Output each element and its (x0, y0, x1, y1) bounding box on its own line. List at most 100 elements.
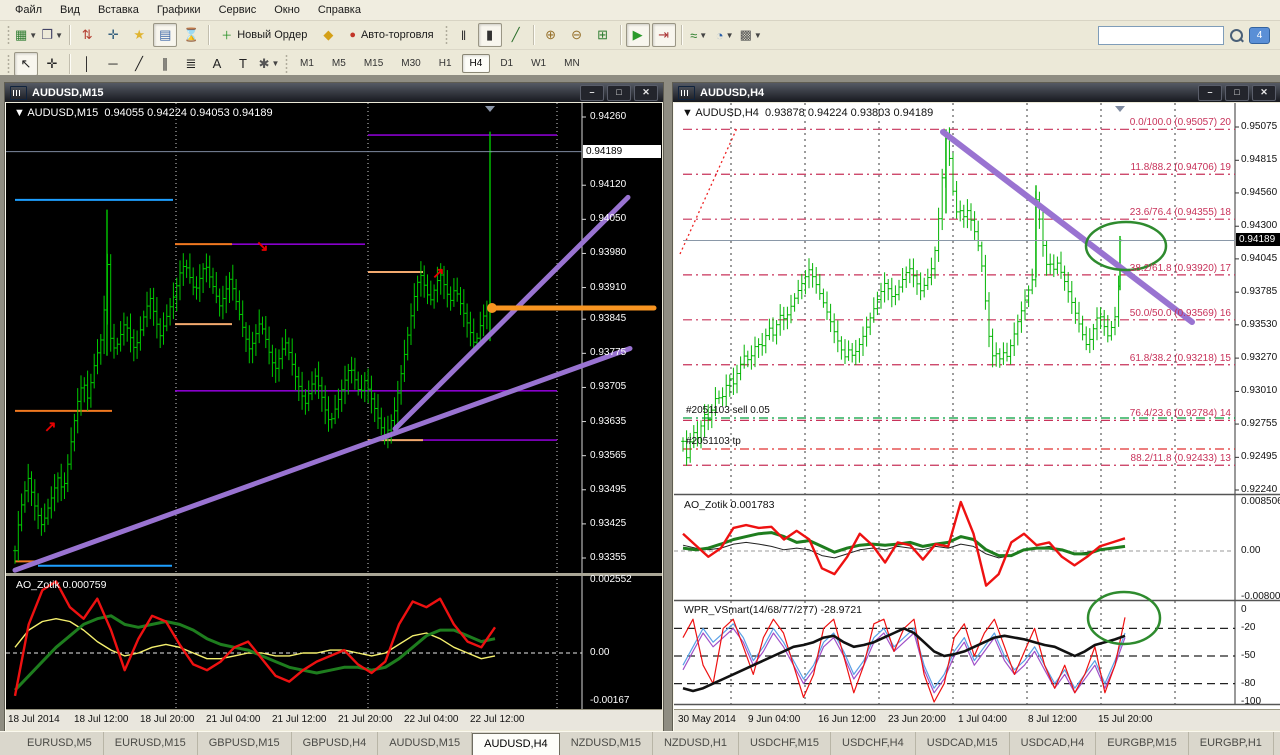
tab-USDCAD-H4[interactable]: USDCAD,H4 (1010, 732, 1097, 755)
market-watch-button[interactable]: ⇅ (75, 23, 99, 47)
toolbar-drawing: ↖ ✛ │ ─ ╱ ∥ ≣ A T ✱ ▼ M1 M5 M15 M30 H1 H4 D1 W1 MN (0, 50, 1280, 78)
tab-EURGBP-M15[interactable]: EURGBP,M15 (1096, 732, 1189, 755)
menu-Графики[interactable]: Графики (148, 1, 210, 19)
periods-button[interactable]: ◔ ▼ (713, 23, 737, 47)
bar-chart-mode-button[interactable]: ‖ (452, 23, 476, 47)
tab-USDCHF-H4[interactable]: USDCHF,H4 (831, 732, 916, 755)
fibonacci-tool-button[interactable]: ≣ (179, 52, 203, 76)
arrows-tool-button[interactable]: ✱ ▼ (257, 52, 281, 76)
terminal-button[interactable]: ▤ (153, 23, 178, 47)
window-title: AUDUSD,H4 (700, 86, 765, 99)
toolbar-standard: ▦ ▼ ❐ ▼ ⇅ ✛ ★ ▤ ⌛ ＋ Новый Ордер ◆ ● Авто-торговля ‖ ▮ ╱ ⊕… (0, 21, 1280, 50)
close-button[interactable]: ✕ (1252, 84, 1276, 101)
data-window-button[interactable]: ✛ (101, 23, 125, 47)
timeframe-M1[interactable]: M1 (292, 54, 322, 73)
tab-EURUSD-M15[interactable]: EURUSD,M15 (104, 732, 198, 755)
crosshair-tool-button[interactable]: ✛ (40, 52, 64, 76)
toolbar-grip (285, 53, 288, 74)
new-order-button[interactable]: ＋ Новый Ордер (214, 23, 314, 47)
search-input[interactable] (1098, 25, 1224, 45)
time-tick: 23 Jun 20:00 (888, 714, 946, 725)
chart-area-audusd-m15[interactable]: ↗ ↘ ↗ ▼ AUDUSD,M15 0.94055 0.94224 0.94053… (6, 103, 662, 730)
minimize-button[interactable]: – (580, 84, 604, 101)
metaeditor-button[interactable]: ◆ (316, 23, 340, 47)
chart-area-audusd-h4[interactable]: ▼ AUDUSD,H4 0.93878 0.94224 0.93803 0.94… (674, 103, 1280, 730)
restore-button[interactable]: □ (607, 84, 631, 101)
price-tick: 0 (1241, 604, 1247, 615)
price-tick: 0.95075 (1241, 121, 1278, 132)
strategy-tester-button[interactable]: ⌛ (179, 23, 203, 47)
channel-tool-button[interactable]: ∥ (153, 52, 177, 76)
chevron-down-icon: ▼ (725, 30, 734, 40)
tab-NZDUSD-H1[interactable]: NZDUSD,H1 (653, 732, 739, 755)
chart-window-icon (10, 85, 27, 100)
timeframe-W1[interactable]: W1 (523, 54, 554, 73)
zoom-in-button[interactable]: ⊕ (539, 23, 563, 47)
menu-Вставка[interactable]: Вставка (89, 1, 148, 19)
navigator-button[interactable]: ★ (127, 23, 151, 47)
vertical-line-tool-button[interactable]: │ (75, 52, 99, 76)
time-axis[interactable]: 18 Jul 2014 18 Jul 12:00 18 Jul 20:00 21 Ju… (6, 709, 662, 730)
price-tick: -100 (1241, 696, 1262, 707)
tab-EURUSD-M5[interactable]: EURUSD,M5 (16, 732, 104, 755)
restore-button[interactable]: □ (1225, 84, 1249, 101)
chart-shift-button[interactable]: ⇥ (651, 23, 676, 47)
auto-scroll-button[interactable]: ▶ (625, 23, 650, 47)
price-tick: 0.008506 (1241, 495, 1280, 507)
chevron-down-icon: ▼ (29, 30, 38, 40)
menu-Справка[interactable]: Справка (309, 1, 370, 19)
timeframe-H1[interactable]: H1 (431, 54, 460, 73)
templates-button[interactable]: ▩ ▼ (739, 23, 763, 47)
text-label-tool-button[interactable]: T (231, 52, 255, 76)
chart-profiles-button[interactable]: ❐ ▼ (40, 23, 64, 47)
timeframe-H4[interactable]: H4 (461, 54, 491, 73)
timeframe-M30[interactable]: M30 (393, 54, 428, 73)
minimize-button[interactable]: – (1198, 84, 1222, 101)
tab-AUDUSD-H4[interactable]: AUDUSD,H4 (472, 733, 560, 755)
time-tick: 15 Jul 20:00 (1098, 714, 1153, 725)
price-tick: 0.92240 (1241, 483, 1278, 495)
timeframe-MN[interactable]: MN (556, 54, 588, 73)
tab-NZDUSD-M15[interactable]: NZDUSD,M15 (560, 732, 653, 755)
time-tick: 30 May 2014 (678, 714, 736, 725)
indicators-button[interactable]: ≈ ▼ (687, 23, 711, 47)
tab-EURGBP-H1[interactable]: EURGBP,H1 (1189, 732, 1274, 755)
time-axis[interactable]: 30 May 2014 9 Jun 04:00 16 Jun 12:00 23 Jun… (674, 709, 1280, 730)
candlestick-mode-icon: ▮ (486, 27, 494, 42)
tab-USDCAD-M15[interactable]: USDCAD,M15 (916, 732, 1010, 755)
menu-Окно[interactable]: Окно (265, 1, 309, 19)
window-titlebar[interactable]: AUDUSD,M15 – □ ✕ (5, 83, 663, 102)
cursor-tool-button[interactable]: ↖ (14, 51, 38, 76)
search-icon[interactable] (1230, 28, 1243, 42)
close-button[interactable]: ✕ (634, 84, 658, 101)
time-tick: 18 Jul 2014 (8, 714, 60, 725)
menu-Сервис[interactable]: Сервис (210, 1, 266, 19)
window-titlebar[interactable]: AUDUSD,H4 – □ ✕ (673, 83, 1280, 102)
text-tool-button[interactable]: A (205, 52, 229, 76)
horizontal-line-tool-button[interactable]: ─ (101, 52, 125, 76)
trendline-tool-button[interactable]: ╱ (127, 52, 151, 76)
line-chart-mode-button[interactable]: ╱ (504, 23, 528, 47)
tab-AUDUSD-M15[interactable]: AUDUSD,M15 (378, 732, 473, 755)
tab-GBPUSD-M15[interactable]: GBPUSD,M15 (198, 732, 292, 755)
menu-Файл[interactable]: Файл (6, 1, 51, 19)
tab-GBPUSD-H4[interactable]: GBPUSD,H4 (292, 732, 379, 755)
down-arrow-marker: ↘ (256, 238, 269, 255)
price-tick: 0.93425 (590, 517, 627, 529)
timeframe-M5[interactable]: M5 (324, 54, 354, 73)
candlestick-mode-button[interactable]: ▮ (477, 23, 502, 47)
chat-badge[interactable]: 4 (1249, 26, 1270, 44)
tab-USDCHF-M15[interactable]: USDCHF,M15 (739, 732, 832, 755)
timeframe-D1[interactable]: D1 (492, 54, 521, 73)
tile-windows-button[interactable]: ⊞ (591, 23, 615, 47)
fibonacci-level-label: 0.0/100.0 (0.95057) 20 (1129, 117, 1231, 129)
menu-Вид[interactable]: Вид (51, 1, 89, 19)
price-tick: 0.93910 (590, 281, 627, 293)
timeframe-M15[interactable]: M15 (356, 54, 391, 73)
new-chart-button[interactable]: ▦ ▼ (14, 23, 38, 47)
tab-USDJPY-M15[interactable]: USDJPY,M15 (1274, 732, 1280, 755)
zoom-in-icon: ⊕ (545, 27, 557, 42)
price-tick: 0.002552 (590, 574, 632, 585)
zoom-out-button[interactable]: ⊖ (565, 23, 589, 47)
autotrading-button[interactable]: ● Авто-торговля (342, 23, 440, 47)
